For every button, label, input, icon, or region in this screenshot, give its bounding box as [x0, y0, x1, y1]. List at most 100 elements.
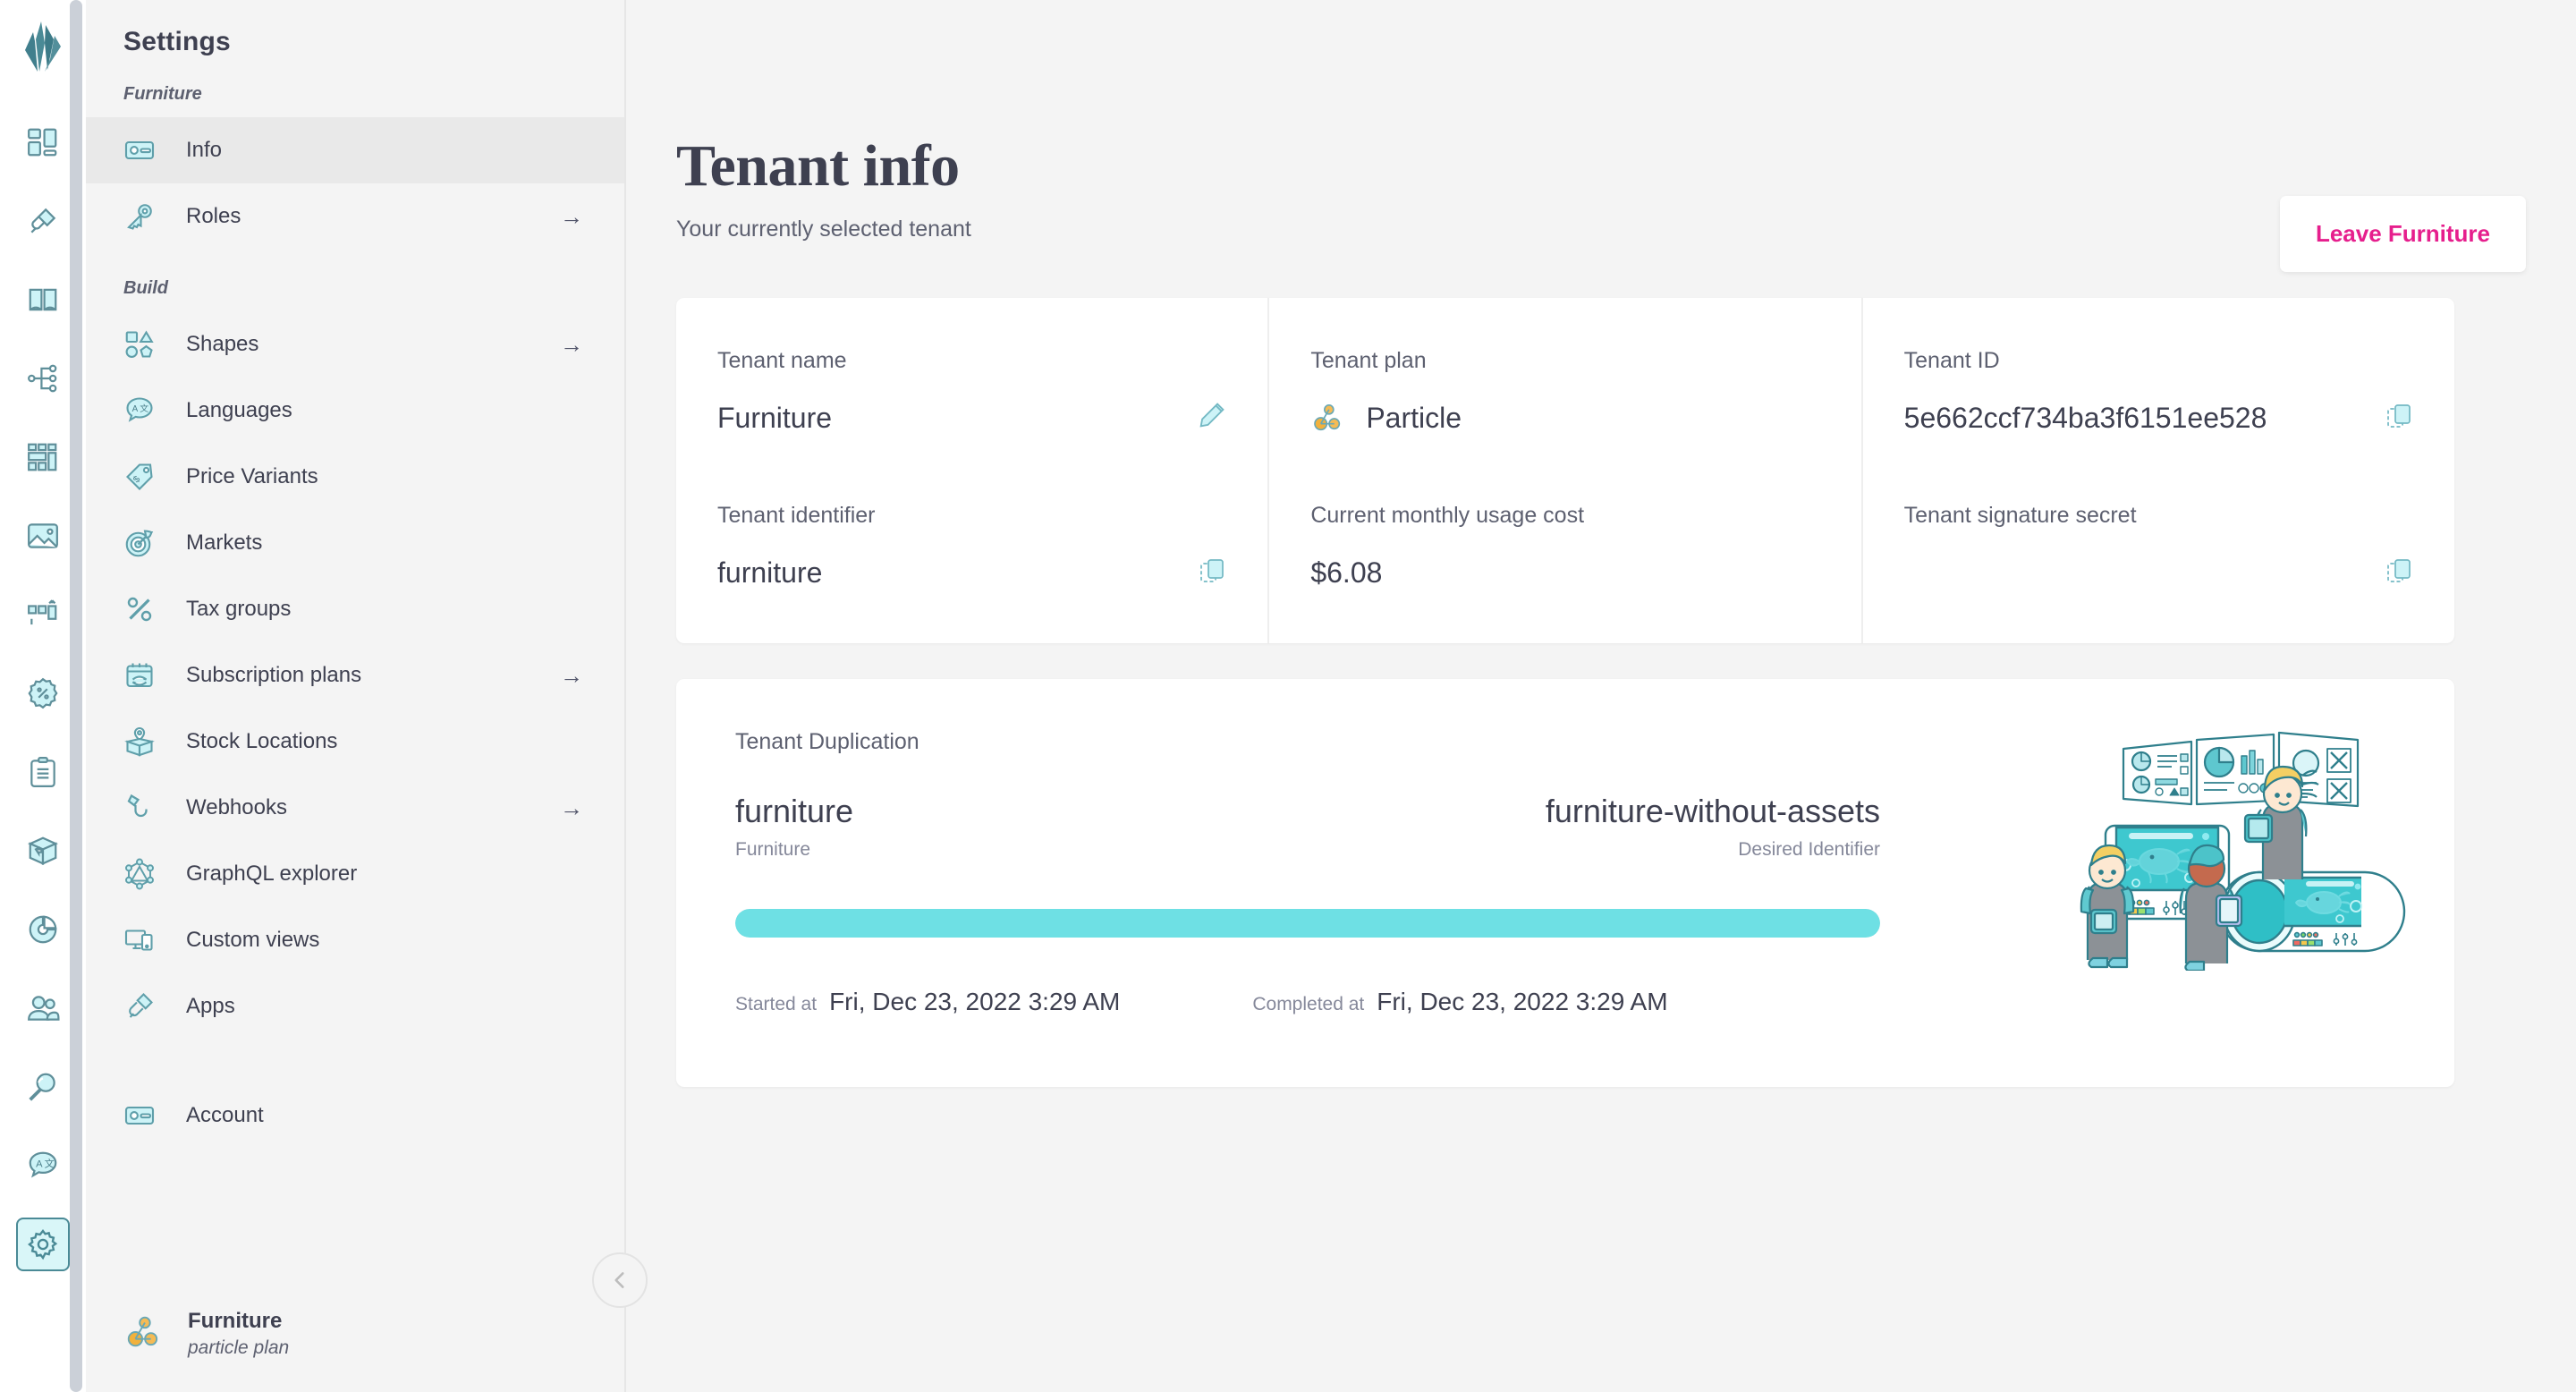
target-caption: Desired Identifier: [1738, 839, 1880, 860]
duplication-target: furniture-without-assets Desired Identif…: [1546, 793, 1880, 861]
field-value: furniture: [717, 556, 823, 589]
rail-scrollbar[interactable]: [70, 0, 82, 1392]
started-at-value: Fri, Dec 23, 2022 3:29 AM: [829, 988, 1121, 1015]
copy-icon[interactable]: [2385, 556, 2413, 590]
page-subtitle: Your currently selected tenant: [676, 216, 971, 242]
leave-furniture-button[interactable]: Leave Furniture: [2279, 196, 2526, 272]
sidebar-item-subscription-plans[interactable]: Subscription plans →: [86, 642, 624, 709]
sidebar-item-label: Roles: [186, 204, 242, 228]
completed-at-label: Completed at: [1252, 994, 1365, 1014]
rail-item-dashboard[interactable]: [16, 115, 70, 169]
field-tenant-plan: Tenant plan Particle: [1310, 348, 1819, 438]
sidebar-tenant-plan: particle plan: [188, 1337, 290, 1358]
rail-item-catalogue[interactable]: [16, 273, 70, 327]
rail-item-analytics[interactable]: [16, 903, 70, 956]
sidebar-item-custom-views[interactable]: Custom views: [86, 907, 624, 973]
devices-icon: [123, 924, 170, 956]
duplication-source: furniture Furniture: [735, 793, 853, 861]
sidebar-tenant-footer[interactable]: Furniture particle plan: [86, 1276, 626, 1392]
plug-icon: [123, 990, 170, 1023]
sidebar-item-roles[interactable]: Roles →: [86, 183, 624, 250]
field-label: Tenant signature secret: [1903, 503, 2137, 528]
rail-item-settings[interactable]: [16, 1218, 70, 1271]
copy-icon[interactable]: [2385, 402, 2413, 435]
rail-item-discounts[interactable]: [16, 666, 70, 720]
rail-item-media[interactable]: [16, 509, 70, 563]
rail-item-apps[interactable]: [16, 194, 70, 248]
sidebar-item-label: Price Variants: [186, 464, 318, 488]
field-value: Furniture: [717, 401, 833, 434]
target-identifier: furniture-without-assets: [1545, 793, 1880, 829]
rail-item-shipments[interactable]: [16, 824, 70, 878]
sidebar-item-webhooks[interactable]: Webhooks →: [86, 775, 624, 841]
target-icon: [123, 527, 170, 559]
sidebar-item-shapes[interactable]: Shapes →: [86, 311, 624, 378]
field-label: Tenant plan: [1310, 348, 1427, 373]
sidebar-item-stock-locations[interactable]: Stock Locations: [86, 709, 624, 775]
translate-icon: A 文: [123, 395, 170, 427]
percent-icon: [123, 593, 170, 625]
sidebar-item-label: Languages: [186, 398, 292, 422]
icon-rail: A 文: [0, 0, 86, 1392]
calendar-refresh-icon: [123, 659, 170, 692]
pencil-edit-icon[interactable]: [1196, 401, 1226, 436]
field-tenant-id: Tenant ID 5e662ccf734ba3f6151ee528: [1904, 348, 2413, 438]
rail-item-search[interactable]: [16, 1060, 70, 1114]
particle-plan-icon: [123, 1311, 165, 1357]
lab-scientists-tanks-illustration: [2072, 711, 2411, 975]
started-at-block: Started at Fri, Dec 23, 2022 3:29 AM: [735, 988, 1120, 1016]
sidebar-item-languages[interactable]: A 文 Languages: [86, 378, 624, 444]
arrow-right-icon: →: [560, 662, 583, 689]
rail-item-import[interactable]: [16, 588, 70, 641]
crystallize-logo[interactable]: [18, 20, 68, 80]
sidebar-item-tax-groups[interactable]: Tax groups: [86, 576, 624, 642]
id-card-icon: [123, 1099, 170, 1132]
shapes-icon: [123, 328, 170, 361]
field-tenant-signature-secret: Tenant signature secret: [1904, 503, 2413, 593]
field-value: Particle: [1366, 401, 1462, 434]
field-label: Current monthly usage cost: [1310, 503, 1585, 528]
rail-item-translations[interactable]: A 文: [16, 1139, 70, 1193]
sidebar-item-label: Apps: [186, 994, 235, 1018]
field-value: 5e662ccf734ba3f6151ee528: [1903, 401, 2267, 434]
graphql-icon: [123, 858, 170, 890]
sidebar-item-info[interactable]: Info: [86, 117, 624, 183]
completed-at-value: Fri, Dec 23, 2022 3:29 AM: [1377, 988, 1668, 1015]
tenant-card-middle: Tenant plan Particle Current monthly usa…: [1267, 298, 1860, 643]
svg-text:文: 文: [140, 403, 148, 414]
rail-item-orders[interactable]: [16, 745, 70, 799]
id-card-icon: [123, 134, 170, 166]
sidebar-item-account[interactable]: Account: [86, 1082, 624, 1149]
sidebar-title: Settings: [123, 27, 231, 56]
rail-item-grids[interactable]: [16, 430, 70, 484]
source-caption: Furniture: [735, 839, 811, 860]
field-monthly-usage-cost: Current monthly usage cost $6.08: [1310, 503, 1819, 593]
sidebar-item-label: Webhooks: [186, 795, 287, 819]
sidebar-item-label: Shapes: [186, 332, 259, 356]
copy-icon[interactable]: [1198, 556, 1226, 590]
field-label: Tenant name: [717, 348, 847, 373]
sidebar-item-label: Account: [186, 1103, 264, 1127]
rail-item-customers[interactable]: [16, 981, 70, 1035]
duplication-progress-bar: [735, 909, 1880, 938]
duplication-identifiers: furniture Furniture furniture-without-as…: [735, 793, 1880, 861]
hook-icon: [123, 792, 170, 824]
sidebar-item-markets[interactable]: Markets: [86, 510, 624, 576]
main-content: Tenant info Your currently selected tena…: [626, 0, 2576, 1392]
rail-item-topics[interactable]: [16, 352, 70, 405]
sidebar-item-label: Markets: [186, 530, 263, 555]
field-label: Tenant ID: [1903, 348, 2000, 373]
sidebar-collapse-button[interactable]: [592, 1252, 648, 1308]
svg-text:文: 文: [45, 1158, 55, 1170]
sidebar-item-label: Subscription plans: [186, 663, 362, 687]
duplication-timestamps: Started at Fri, Dec 23, 2022 3:29 AM Com…: [735, 988, 1880, 1016]
field-value: $6.08: [1310, 556, 1383, 589]
stock-pin-box-icon: [123, 726, 170, 758]
svg-text:A: A: [36, 1159, 43, 1170]
tenant-duplication-card: Tenant Duplication furniture Furniture f…: [676, 679, 2454, 1087]
sidebar-item-apps[interactable]: Apps: [86, 973, 624, 1040]
started-at-label: Started at: [735, 994, 818, 1014]
sidebar-item-price-variants[interactable]: $ Price Variants: [86, 444, 624, 510]
sidebar-item-graphql-explorer[interactable]: GraphQL explorer: [86, 841, 624, 907]
arrow-right-icon: →: [560, 331, 583, 358]
